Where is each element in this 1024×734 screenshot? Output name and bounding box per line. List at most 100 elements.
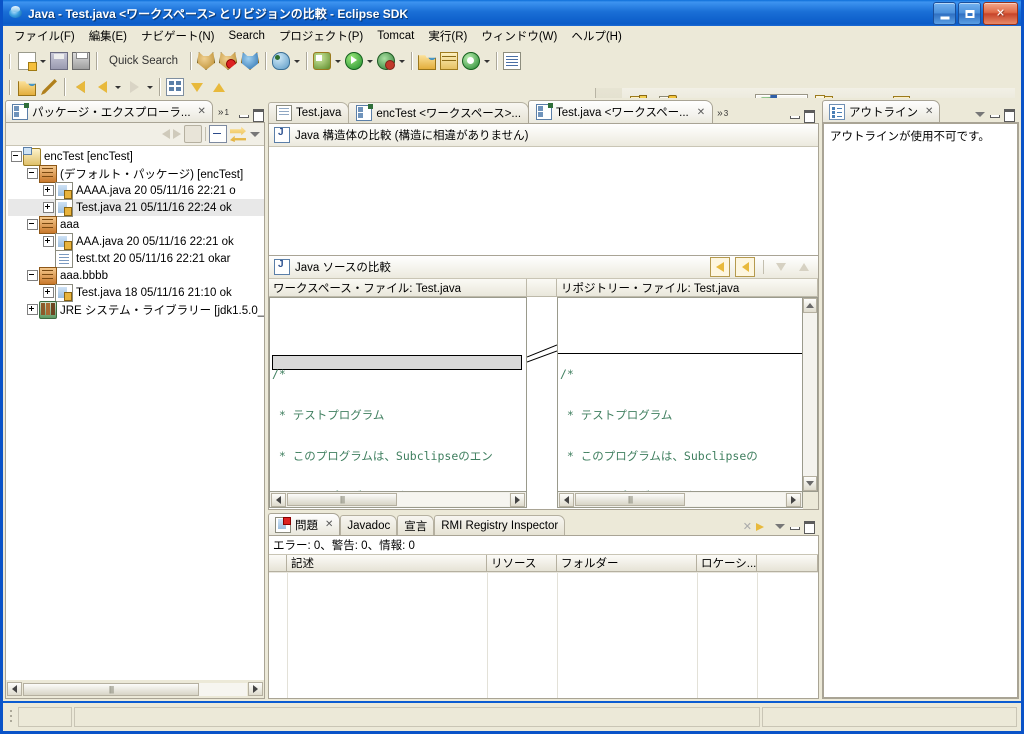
maximize-icon[interactable] (252, 109, 264, 122)
back-chevron-down-icon[interactable] (113, 76, 123, 98)
maximize-icon[interactable] (1004, 109, 1015, 122)
cat-gold-icon[interactable] (195, 50, 217, 72)
hscroll-thumb[interactable]: |||| (575, 493, 685, 506)
repository-pane-vscrollbar[interactable] (803, 297, 818, 492)
close-icon[interactable]: ✕ (925, 106, 933, 117)
quick-search-label[interactable]: Quick Search (101, 55, 186, 67)
minimize-icon[interactable] (989, 109, 1000, 120)
column-icon[interactable] (269, 555, 287, 572)
scroll-left-icon[interactable] (559, 492, 574, 507)
view-menu-icon[interactable] (249, 129, 260, 140)
scroll-right-icon[interactable] (248, 682, 263, 696)
toggle-markers-icon[interactable] (164, 76, 186, 98)
cat-blue-icon[interactable] (239, 50, 261, 72)
tree-row[interactable]: (デフォルト・パッケージ) [encTest] (8, 164, 264, 183)
close-button[interactable]: ✕ (983, 2, 1018, 25)
cat-error-icon[interactable] (217, 50, 239, 72)
minimize-icon[interactable] (238, 109, 249, 120)
editor-tab-testjava-compare[interactable]: Test.java <ワークスペー... ✕ (528, 100, 714, 123)
scroll-down-icon[interactable] (803, 476, 817, 491)
view-menu-icon[interactable] (974, 109, 985, 120)
column-location[interactable]: ロケーシ... (697, 555, 757, 572)
forward-chevron-down-icon[interactable] (145, 76, 155, 98)
package-explorer-hscrollbar[interactable]: |||| (6, 680, 264, 698)
tree-row[interactable]: encTest [encTest] (8, 146, 264, 166)
maximize-icon[interactable] (804, 521, 815, 534)
open-type-icon[interactable] (16, 76, 38, 98)
tree-row[interactable]: aaa (8, 215, 264, 234)
view-menu-icon[interactable] (774, 521, 785, 532)
tree-row[interactable]: aaa.bbbb (8, 266, 264, 285)
scroll-left-icon[interactable] (7, 682, 22, 696)
new-package-icon[interactable] (416, 50, 438, 72)
problems-table[interactable] (269, 572, 818, 698)
workspace-code-pane[interactable]: /* * テストプログラム * このプログラムは、Subclipseのエン * … (269, 297, 527, 492)
minimize-button[interactable] (933, 2, 956, 25)
editor-tab-test-java[interactable]: Test.java (268, 102, 350, 123)
tab-package-explorer[interactable]: パッケージ・エクスプローラ... ✕ (5, 100, 213, 122)
toolbar-grip[interactable] (7, 78, 14, 96)
search-pen-icon[interactable] (38, 76, 60, 98)
copy-current-left-icon[interactable] (735, 257, 755, 277)
toolbar-grip[interactable] (7, 52, 14, 70)
back-history-icon[interactable] (69, 76, 91, 98)
column-description[interactable]: 記述 (287, 555, 487, 572)
tab-declaration[interactable]: 宣言 (397, 515, 435, 535)
new-grid-icon[interactable] (438, 50, 460, 72)
package-explorer-tree[interactable]: encTest [encTest] (デフォルト・パッケージ) [encTest… (6, 146, 264, 680)
delete-icon[interactable]: ✕ (743, 520, 752, 533)
minimize-icon[interactable] (789, 521, 800, 532)
tree-row-selected[interactable]: Test.java 21 05/11/16 22:24 ok (8, 198, 264, 217)
menu-search[interactable]: Search (222, 28, 272, 44)
new-dropdown-chevron-down-icon[interactable] (38, 50, 48, 72)
tab-rmi-registry-inspector[interactable]: RMI Registry Inspector (434, 515, 566, 535)
tree-row[interactable]: test.txt 20 05/11/16 22:21 okar (8, 249, 264, 268)
collapse-all-icon[interactable] (209, 125, 227, 143)
menu-file[interactable]: ファイル(F) (7, 26, 82, 46)
expander-minus-icon[interactable] (10, 148, 23, 165)
hscroll-track[interactable] (199, 682, 247, 696)
next-difference-icon[interactable] (772, 258, 790, 276)
menu-edit[interactable]: 編集(E) (82, 26, 134, 46)
tree-row[interactable]: JRE システム・ライブラリー [jdk1.5.0_03] (8, 300, 264, 319)
vscroll-track[interactable] (803, 313, 817, 476)
menu-navigate[interactable]: ナビゲート(N) (134, 26, 221, 46)
external-tools-icon[interactable] (270, 50, 292, 72)
problems-grid[interactable] (269, 572, 818, 698)
next-annotation-icon[interactable] (186, 76, 208, 98)
hscroll-track[interactable] (397, 493, 509, 506)
new-document-icon[interactable] (16, 50, 38, 72)
coverage-chevron-down-icon[interactable] (397, 50, 407, 72)
hscroll-thumb[interactable]: |||| (23, 682, 199, 696)
maximize-button[interactable] (958, 2, 981, 25)
repository-pane-hscrollbar[interactable]: |||| (557, 492, 803, 508)
filters-icon[interactable] (756, 521, 770, 533)
forward-icon[interactable] (123, 76, 145, 98)
tree-row[interactable]: AAAA.java 20 05/11/16 22:21 o (8, 181, 264, 200)
tree-row[interactable]: Test.java 18 05/11/16 21:10 ok (8, 283, 264, 302)
tab-javadoc[interactable]: Javadoc (340, 515, 398, 535)
menu-run[interactable]: 実行(R) (421, 26, 474, 46)
column-resource[interactable]: リソース (487, 555, 557, 572)
expander-plus-icon[interactable] (42, 284, 55, 301)
forward-icon[interactable] (173, 129, 181, 139)
hscroll-track[interactable] (685, 493, 785, 506)
minimize-icon[interactable] (789, 110, 800, 121)
new-green-icon[interactable] (460, 50, 482, 72)
editor-tab-enctest-compare[interactable]: encTest <ワークスペース>... (348, 102, 530, 123)
debug-chevron-down-icon[interactable] (333, 50, 343, 72)
copy-all-left-icon[interactable] (710, 257, 730, 277)
expander-plus-icon[interactable] (26, 301, 39, 318)
expander-plus-icon[interactable] (42, 182, 55, 199)
home-icon[interactable] (184, 125, 202, 143)
run-icon[interactable] (343, 50, 365, 72)
scroll-right-icon[interactable] (786, 492, 801, 507)
back-icon[interactable] (91, 76, 113, 98)
coverage-icon[interactable] (375, 50, 397, 72)
scroll-right-icon[interactable] (510, 492, 525, 507)
close-icon[interactable]: ✕ (697, 107, 705, 118)
menu-tomcat[interactable]: Tomcat (370, 28, 421, 44)
scroll-left-icon[interactable] (271, 492, 286, 507)
hscroll-thumb[interactable]: |||| (287, 493, 397, 506)
column-folder[interactable]: フォルダー (557, 555, 697, 572)
